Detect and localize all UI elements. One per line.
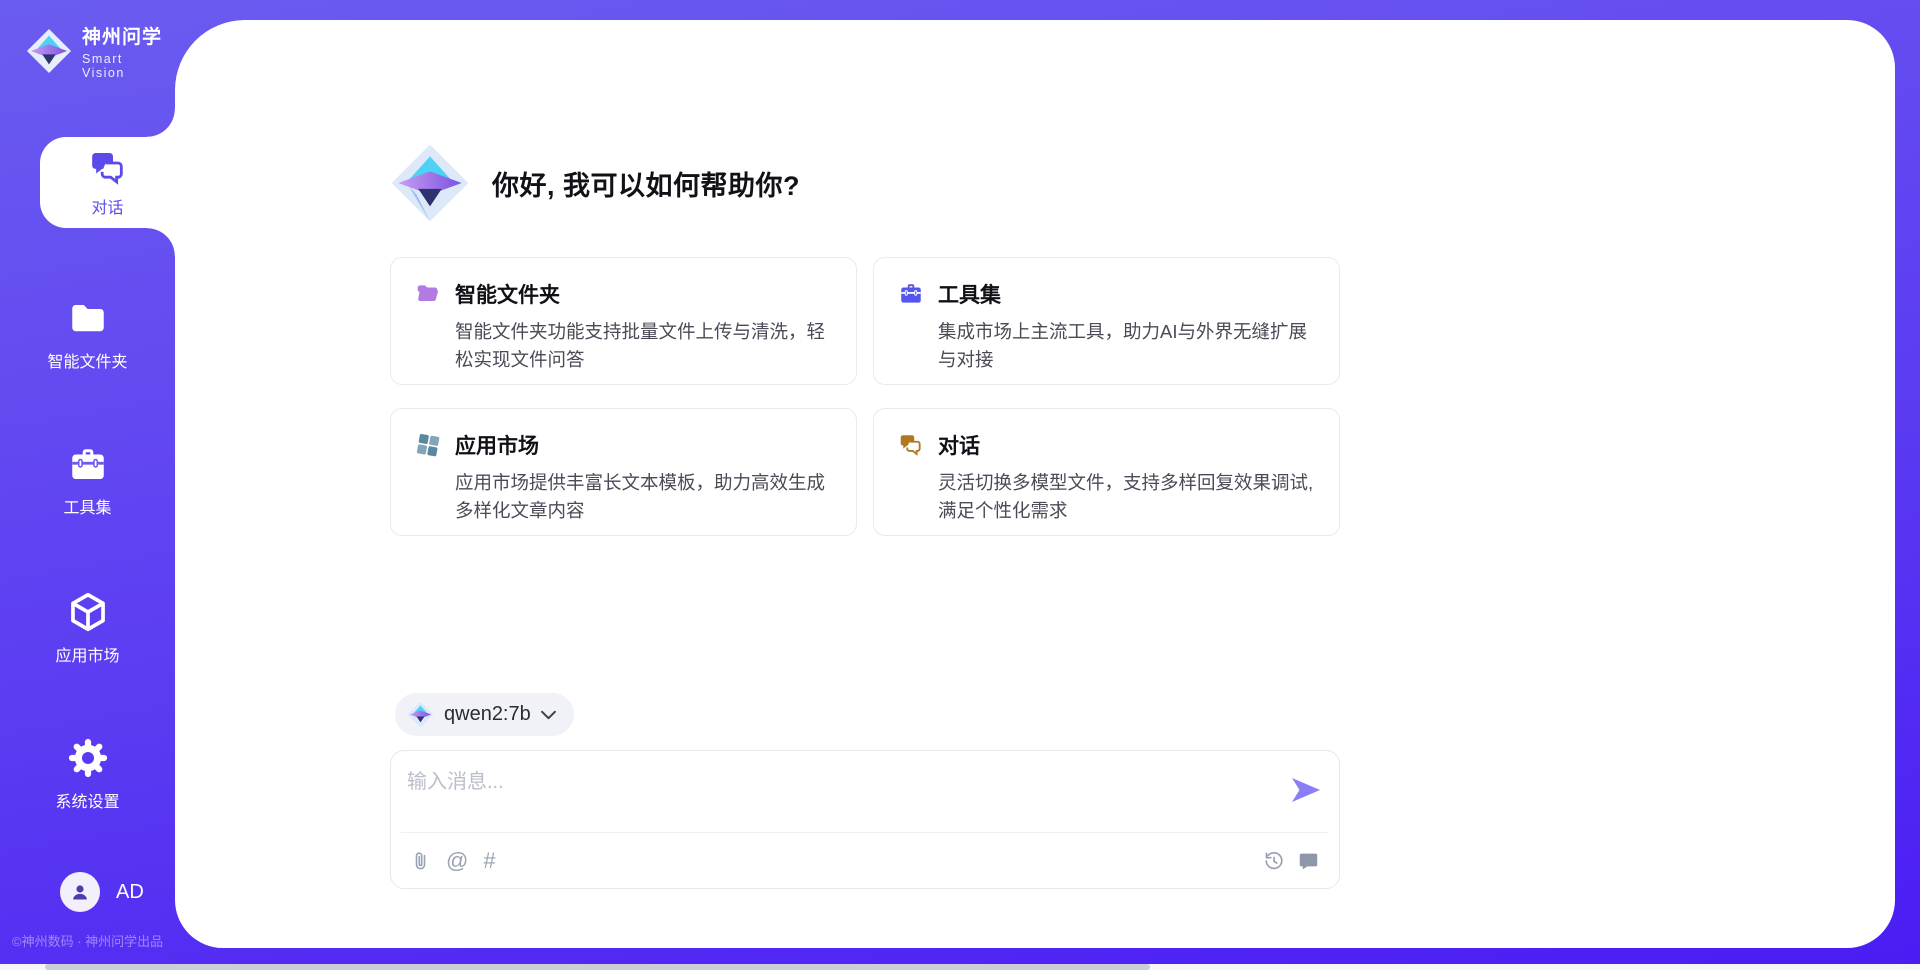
model-name: qwen2:7b [444, 703, 531, 726]
sidebar-item-label: 应用市场 [0, 642, 175, 666]
brand-name: 神州问学 [82, 27, 162, 48]
brand-subtitle: Smart Vision [82, 52, 175, 80]
card-description: 智能文件夹功能支持批量文件上传与清洗，轻松实现文件问答 [455, 318, 832, 374]
card-title: 应用市场 [455, 430, 539, 460]
toolbox-icon [0, 444, 175, 486]
tab-fillet-bottom [147, 228, 175, 256]
composer-divider [401, 832, 1329, 833]
folder-icon [0, 298, 175, 340]
grid-icon [415, 432, 441, 458]
hashtag-icon[interactable]: # [483, 850, 495, 872]
card-description: 灵活切换多模型文件，支持多样回复效果调试, 满足个性化需求 [938, 469, 1315, 525]
card-chat[interactable]: 对话 灵活切换多模型文件，支持多样回复效果调试, 满足个性化需求 [873, 408, 1340, 536]
send-button[interactable] [1291, 777, 1321, 803]
horizontal-scrollbar-thumb[interactable] [45, 964, 1150, 970]
sidebar-item-toolset[interactable]: 工具集 [0, 444, 175, 518]
history-icon[interactable] [1263, 850, 1285, 872]
card-title: 对话 [938, 430, 980, 460]
folder-open-icon [415, 281, 441, 307]
sidebar-item-smart-folder[interactable]: 智能文件夹 [0, 298, 175, 372]
model-diamond-logo-icon [407, 701, 434, 728]
card-smart-folder[interactable]: 智能文件夹 智能文件夹功能支持批量文件上传与清洗，轻松实现文件问答 [390, 257, 857, 385]
user-account[interactable]: AD [60, 872, 144, 912]
message-composer: @ # [390, 750, 1340, 889]
card-toolset[interactable]: 工具集 集成市场上主流工具，助力AI与外界无缝扩展与对接 [873, 257, 1340, 385]
card-app-market[interactable]: 应用市场 应用市场提供丰富长文本模板，助力高效生成多样化文章内容 [390, 408, 857, 536]
card-description: 应用市场提供丰富长文本模板，助力高效生成多样化文章内容 [455, 469, 832, 525]
assistant-diamond-logo-icon [390, 143, 470, 223]
copyright-footer: ©神州数码 · 神州问学出品 [12, 931, 163, 950]
chevron-down-icon [541, 710, 556, 720]
cube-icon [0, 590, 175, 634]
message-input[interactable] [405, 763, 1279, 827]
chat-icon [898, 432, 924, 458]
comment-icon[interactable] [1298, 851, 1319, 872]
sidebar-item-label: 智能文件夹 [0, 348, 175, 372]
sidebar: 神州问学 Smart Vision 对话 智能文件夹 [0, 0, 175, 970]
mention-icon[interactable]: @ [446, 850, 468, 872]
sidebar-item-chat[interactable]: 对话 [40, 137, 175, 228]
card-title: 工具集 [938, 279, 1001, 309]
feature-cards: 智能文件夹 智能文件夹功能支持批量文件上传与清洗，轻松实现文件问答 工具集 集成… [390, 257, 1340, 536]
sidebar-item-label: 对话 [91, 194, 123, 218]
sidebar-item-label: 系统设置 [0, 788, 175, 812]
attachment-icon[interactable] [411, 850, 431, 872]
greeting: 你好, 我可以如何帮助你? [390, 143, 800, 223]
toolbox-icon [898, 281, 924, 307]
tab-fillet-top [147, 109, 175, 137]
sidebar-item-app-market[interactable]: 应用市场 [0, 590, 175, 666]
user-name: AD [116, 881, 144, 904]
brand: 神州问学 Smart Vision [26, 22, 175, 80]
avatar [60, 872, 100, 912]
gear-icon [0, 736, 175, 780]
card-title: 智能文件夹 [455, 279, 560, 309]
sidebar-item-label: 工具集 [0, 494, 175, 518]
horizontal-scrollbar [0, 964, 1920, 970]
greeting-title: 你好, 我可以如何帮助你? [492, 164, 800, 203]
model-selector[interactable]: qwen2:7b [395, 693, 574, 736]
sidebar-item-settings[interactable]: 系统设置 [0, 736, 175, 812]
card-description: 集成市场上主流工具，助力AI与外界无缝扩展与对接 [938, 318, 1315, 374]
brand-diamond-logo-icon [26, 28, 72, 74]
chat-icon [88, 148, 128, 188]
